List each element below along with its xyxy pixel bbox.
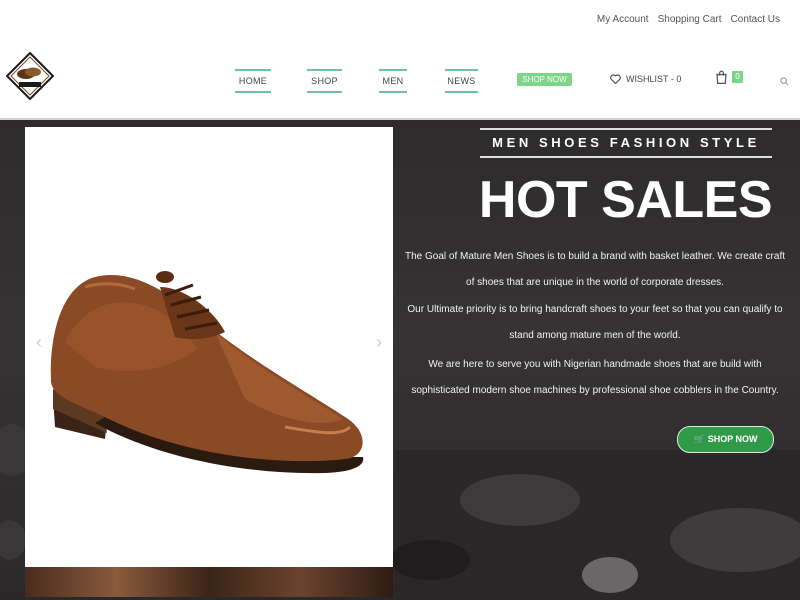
top-utility-bar: My Account Shopping Cart Contact Us — [0, 0, 800, 43]
hero-banner: ‹ › MEN SHOES FASHION STYLE HOT SALES Th… — [0, 120, 800, 600]
nav-shop-now-button[interactable]: SHOP NOW — [517, 73, 572, 86]
cart-icon: 🛒 — [693, 434, 705, 444]
top-links: My Account Shopping Cart Contact Us — [597, 14, 780, 25]
nav-news[interactable]: NEWS — [445, 69, 478, 93]
nav-shop[interactable]: SHOP — [307, 69, 342, 93]
hero-paragraph-2: Our Ultimate priority is to bring handcr… — [407, 304, 783, 341]
brown-oxford-shoe-image — [50, 271, 364, 474]
site-logo[interactable] — [6, 52, 54, 100]
logo-icon — [6, 52, 54, 100]
nav-men[interactable]: MEN — [379, 69, 407, 93]
hero-cta-label: SHOP NOW — [707, 434, 758, 444]
cart-count-badge: 0 — [732, 71, 743, 83]
shopping-cart-link[interactable]: Shopping Cart — [658, 14, 722, 25]
carousel-next-arrow[interactable]: › — [372, 330, 386, 354]
wishlist-label: WISHLIST - 0 — [626, 74, 682, 84]
product-image-card[interactable] — [25, 127, 393, 567]
hero-paragraph-1: The Goal of Mature Men Shoes is to build… — [404, 251, 785, 288]
hero-subtitle: MEN SHOES FASHION STYLE — [480, 128, 772, 158]
my-account-link[interactable]: My Account — [597, 14, 649, 25]
hero-shop-now-button[interactable]: 🛒 SHOP NOW — [677, 426, 774, 453]
nav-home[interactable]: HOME — [235, 69, 271, 93]
main-header: HOME SHOP MEN NEWS SHOP NOW WISHLIST - 0… — [0, 42, 800, 120]
carousel-prev-arrow[interactable]: ‹ — [32, 330, 46, 354]
cart-button[interactable]: 0 — [715, 70, 743, 84]
next-product-preview — [25, 567, 393, 597]
hero-paragraph-3: We are here to serve you with Nigerian h… — [411, 359, 779, 396]
shopping-bag-icon — [716, 70, 727, 84]
contact-us-link[interactable]: Contact Us — [731, 14, 780, 25]
search-icon[interactable] — [780, 73, 789, 91]
hero-title: HOT SALES — [478, 171, 773, 229]
heart-icon — [610, 74, 621, 84]
wishlist-link[interactable]: WISHLIST - 0 — [610, 72, 681, 86]
